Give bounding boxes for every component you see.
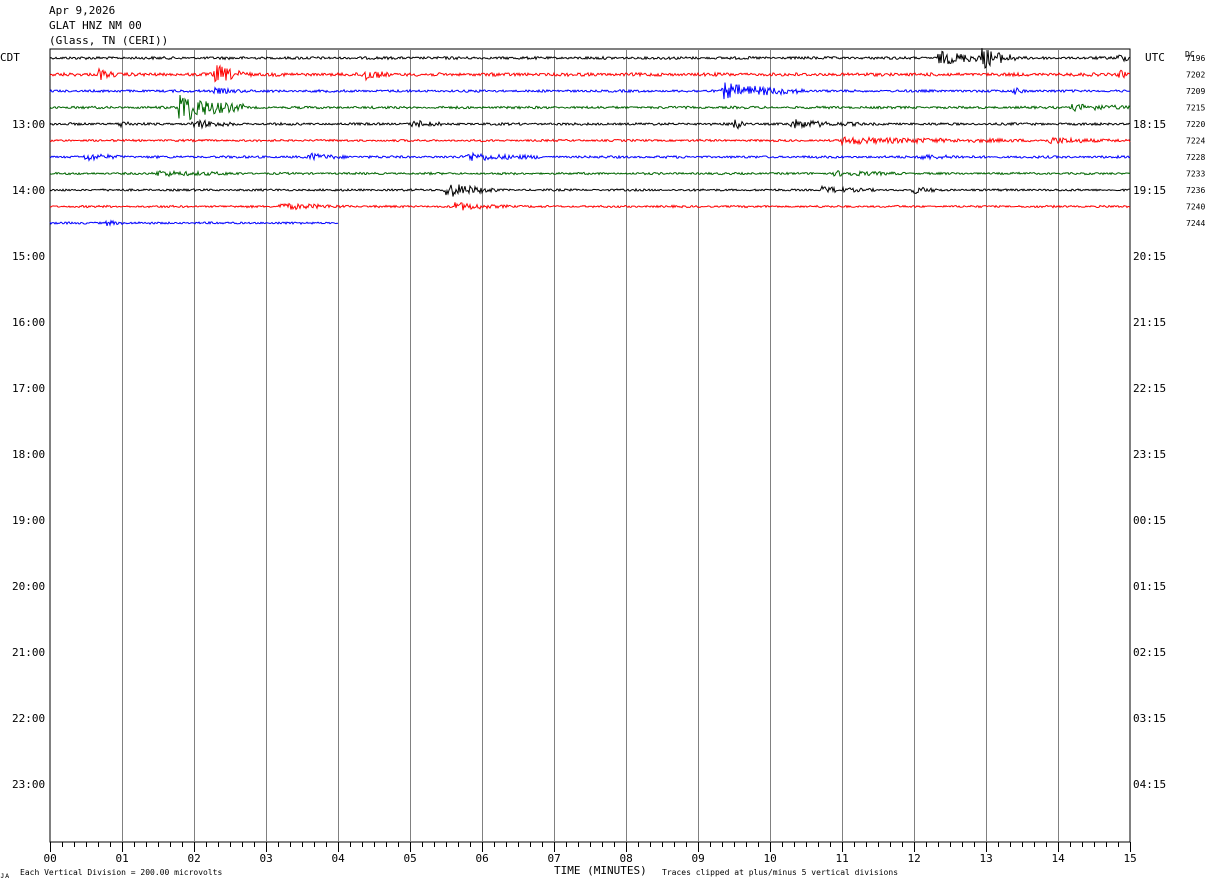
trace-count-label: 7244: [1186, 219, 1205, 228]
left-hour-label: 23:00: [12, 778, 45, 791]
seismic-trace: [49, 94, 1131, 121]
x-tick-label: 00: [44, 852, 57, 865]
x-tick-label: 13: [980, 852, 993, 865]
trace-count-label: 7233: [1186, 170, 1205, 179]
right-hour-label: 23:15: [1133, 448, 1166, 461]
trace-count-label: 7215: [1186, 104, 1205, 113]
trace-group: [49, 48, 1131, 227]
x-tick-label: 10: [764, 852, 777, 865]
x-tick-label: 12: [908, 852, 921, 865]
seismic-trace: [49, 169, 1131, 178]
clip-note: Traces clipped at plus/minus 5 vertical …: [662, 868, 898, 877]
left-hour-label: 20:00: [12, 580, 45, 593]
x-tick-label: 11: [836, 852, 849, 865]
right-hour-label: 20:15: [1133, 250, 1166, 263]
right-hour-label: 22:15: [1133, 382, 1166, 395]
x-tick-label: 03: [260, 852, 273, 865]
grid: [49, 48, 1131, 852]
left-hour-label: 19:00: [12, 514, 45, 527]
helicorder-chart: 00 01 02 03 04 05 06 07 08 09 10 11 12 13 14 1513:00 18:…: [0, 48, 1205, 880]
left-hour-label: 22:00: [12, 712, 45, 725]
left-hour-label: 18:00: [12, 448, 45, 461]
x-tick-label: 09: [692, 852, 705, 865]
right-hour-label: 02:15: [1133, 646, 1166, 659]
trace-count-label: 7240: [1186, 203, 1205, 212]
left-hour-label: 13:00: [12, 118, 45, 131]
left-hour-label: 15:00: [12, 250, 45, 263]
trace-count-label: 7224: [1186, 137, 1205, 146]
x-tick-label: 06: [476, 852, 489, 865]
trace-count-label: 7220: [1186, 120, 1205, 129]
seismic-trace: [49, 151, 1131, 162]
x-tick-label: 01: [116, 852, 129, 865]
seismic-trace: [49, 64, 1131, 83]
right-hour-label: 03:15: [1133, 712, 1166, 725]
right-hour-label: 21:15: [1133, 316, 1166, 329]
x-tick-label: 02: [188, 852, 201, 865]
x-tick-label: 14: [1052, 852, 1066, 865]
axis-labels: 00 01 02 03 04 05 06 07 08 09 10 11 12 13 14 1513:00 18:…: [12, 54, 1205, 865]
seismic-trace: [49, 202, 1131, 211]
left-zone-label: CDT: [0, 51, 20, 64]
right-hour-label: 19:15: [1133, 184, 1166, 197]
trace-count-label: 7236: [1186, 186, 1205, 195]
x-tick-label: 05: [404, 852, 417, 865]
seismic-trace: [49, 184, 1130, 197]
corner-mark: ᴊᴀ: [0, 871, 10, 880]
left-hour-label: 21:00: [12, 646, 45, 659]
seismic-trace: [49, 82, 1131, 100]
seismic-trace: [49, 135, 1131, 147]
plot-frame: [49, 48, 1131, 843]
vertical-division-note: Each Vertical Division = 200.00 microvol…: [20, 868, 222, 877]
seismic-trace: [49, 48, 1131, 69]
left-hour-label: 14:00: [12, 184, 45, 197]
left-hour-label: 16:00: [12, 316, 45, 329]
seismic-trace: [49, 119, 1131, 130]
right-hour-label: 04:15: [1133, 778, 1166, 791]
trace-count-label: 7228: [1186, 153, 1205, 162]
trace-count-label: 7209: [1186, 87, 1205, 96]
left-hour-label: 17:00: [12, 382, 45, 395]
x-tick-label: 04: [332, 852, 346, 865]
trace-count-label: 7202: [1186, 71, 1205, 80]
right-hour-label: 00:15: [1133, 514, 1166, 527]
right-hour-label: 18:15: [1133, 118, 1166, 131]
x-axis-label: TIME (MINUTES): [554, 864, 647, 877]
x-tick-label: 15: [1124, 852, 1137, 865]
right-zone-label: UTC: [1145, 51, 1165, 64]
right-count-header: DC: [1185, 50, 1195, 59]
right-hour-label: 01:15: [1133, 580, 1166, 593]
